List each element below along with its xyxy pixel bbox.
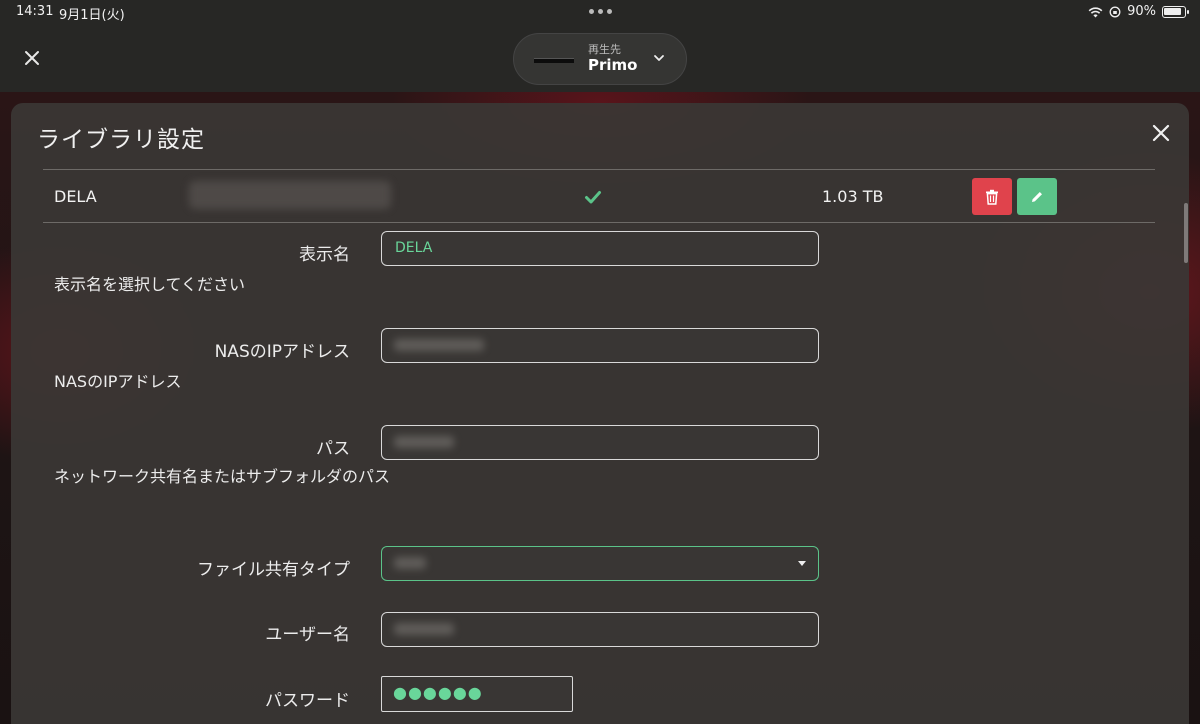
- divider: [43, 169, 1155, 170]
- edit-button[interactable]: [1017, 178, 1057, 215]
- nas-ip-help: NASのIPアドレス: [54, 372, 182, 391]
- delete-button[interactable]: [972, 178, 1012, 215]
- player-selector-button[interactable]: 再生先 Primo: [513, 33, 687, 85]
- username-label: ユーザー名: [265, 625, 350, 645]
- player-name: Primo: [588, 56, 638, 74]
- display-name-input[interactable]: DELA: [381, 231, 819, 266]
- status-time: 14:31: [16, 4, 54, 19]
- display-name-label: 表示名: [299, 245, 350, 265]
- battery-percent: 90%: [1127, 4, 1156, 19]
- battery-icon: [1162, 5, 1189, 18]
- trash-icon: [986, 189, 998, 205]
- library-size: 1.03 TB: [822, 187, 884, 206]
- status-date: 9月1日(火): [59, 8, 125, 23]
- pencil-icon: [1032, 191, 1042, 202]
- password-input[interactable]: ●●●●●●: [381, 676, 573, 712]
- username-input[interactable]: [381, 612, 819, 647]
- player-label: 再生先: [588, 43, 621, 56]
- chevron-down-icon: [654, 55, 664, 61]
- multitasking-dots-icon[interactable]: [589, 9, 612, 14]
- status-right: 90%: [1088, 4, 1189, 19]
- player-device-image: [534, 58, 574, 63]
- dropdown-caret-icon: [798, 561, 806, 566]
- wifi-icon: [1088, 6, 1103, 17]
- nas-ip-label: NASのIPアドレス: [214, 342, 350, 362]
- app-bar: 再生先 Primo: [0, 24, 1200, 92]
- table-header-cut: [43, 147, 1155, 157]
- rotation-lock-icon: [1109, 6, 1121, 17]
- display-name-help: 表示名を選択してください: [54, 275, 246, 294]
- nas-ip-input[interactable]: [381, 328, 819, 363]
- path-help: ネットワーク共有名またはサブフォルダのパス: [54, 467, 391, 486]
- path-input[interactable]: [381, 425, 819, 460]
- library-name: DELA: [54, 187, 97, 206]
- library-settings-panel: ライブラリ設定 DELA 1.03 TB 表示名 DELA 表示名を選択してくだ…: [11, 103, 1189, 724]
- close-icon[interactable]: [1151, 123, 1171, 143]
- share-type-select[interactable]: [381, 546, 819, 581]
- share-type-label: ファイル共有タイプ: [197, 560, 350, 580]
- path-label: パス: [316, 439, 350, 459]
- status-bar: 14:31 9月1日(火) 90%: [0, 0, 1200, 24]
- close-icon[interactable]: [20, 46, 44, 70]
- redacted-address: [189, 181, 391, 209]
- divider: [43, 222, 1155, 223]
- password-label: パスワード: [265, 691, 350, 711]
- scrollbar[interactable]: [1184, 203, 1188, 263]
- check-icon: [585, 191, 601, 204]
